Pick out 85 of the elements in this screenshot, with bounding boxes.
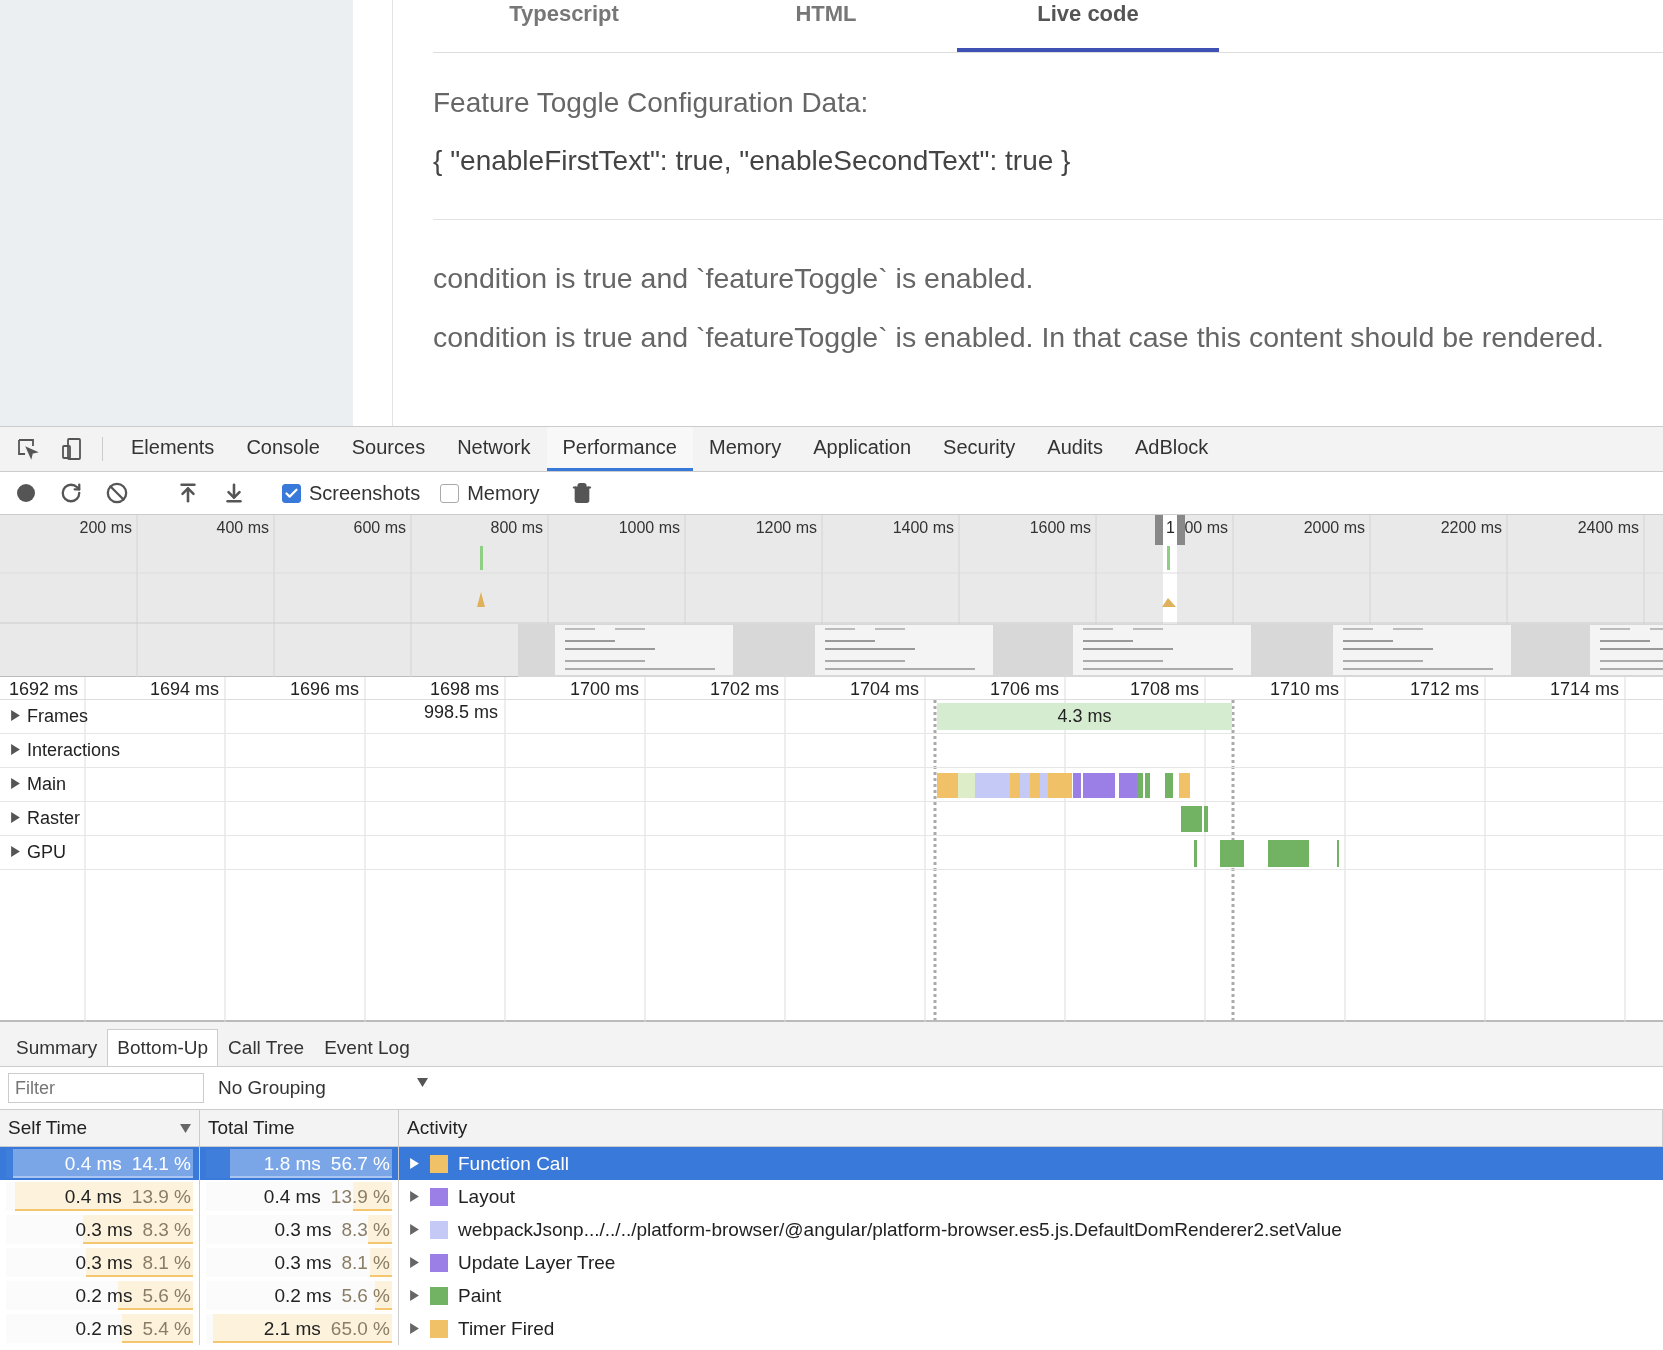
time-tick: 1700 ms (569, 679, 639, 700)
activity-bar (480, 546, 483, 570)
time-tick: 1694 ms (149, 679, 219, 700)
time-tick: 1702 ms (709, 679, 779, 700)
devtools-tab[interactable]: Sources (335, 427, 442, 471)
checkbox-label: Screenshots (309, 481, 421, 505)
track-label: GPU (27, 842, 66, 863)
track-label: Main (27, 774, 66, 795)
expand-icon[interactable] (409, 1290, 420, 1301)
expand-icon[interactable] (409, 1191, 420, 1202)
config-heading: Feature Toggle Configuration Data: (433, 87, 870, 119)
checkbox[interactable] (440, 483, 460, 503)
devtools-tab[interactable]: AdBlock (1118, 427, 1225, 471)
track-label: Raster (27, 808, 80, 829)
filter-input[interactable]: Filter (8, 1073, 204, 1103)
page-tab[interactable]: HTML (695, 0, 957, 52)
expand-icon[interactable] (409, 1257, 420, 1268)
total-time-cell: 1.8 ms 56.7 % (200, 1147, 399, 1180)
time-tick: 400 ms (216, 519, 269, 537)
page-tab[interactable]: Live code (957, 0, 1219, 52)
devtools-tab[interactable]: Performance (546, 427, 693, 471)
expand-icon[interactable] (10, 846, 21, 857)
devtools-tab[interactable]: Application (797, 427, 928, 471)
time-tick: 600 ms (353, 519, 406, 537)
expand-icon[interactable] (10, 710, 21, 721)
details-tab[interactable]: Event Log (314, 1029, 420, 1066)
time-tick: 2200 ms (1440, 519, 1502, 537)
time-tick: 1692 ms (8, 679, 78, 700)
expand-icon[interactable] (409, 1323, 420, 1334)
devtools-tab[interactable]: Console (230, 427, 336, 471)
time-tick: 2400 ms (1577, 519, 1639, 537)
time-tick: 1710 ms (1269, 679, 1339, 700)
time-tick: 1 (1166, 519, 1175, 537)
selection-handle[interactable] (1177, 515, 1185, 545)
dropdown-arrow-icon[interactable] (417, 1077, 428, 1088)
track-label: Interactions (27, 740, 121, 761)
expand-icon[interactable] (10, 812, 21, 823)
activity-cell[interactable]: Function Call (399, 1147, 1663, 1180)
cpu-spike (1162, 598, 1176, 607)
cpu-spike (477, 592, 485, 607)
selection-handle[interactable] (1155, 515, 1163, 545)
grouping-dropdown[interactable]: No Grouping (218, 1077, 428, 1099)
self-time-cell: 0.4 ms 14.1 % (0, 1147, 200, 1180)
time-tick: 1704 ms (849, 679, 919, 700)
content-text: condition is true and `featureToggle` is enabled. In that case this content should be rendered. (433, 321, 1605, 354)
frame-bar[interactable]: 4.3 ms (937, 703, 1232, 730)
time-tick: 800 ms (490, 519, 543, 537)
time-tick: 1696 ms (289, 679, 359, 700)
column-header[interactable]: Self Time (0, 1110, 200, 1147)
details-tab[interactable]: Bottom-Up (107, 1029, 219, 1066)
expand-icon[interactable] (10, 778, 21, 789)
expand-icon[interactable] (409, 1224, 420, 1235)
devtools-tab[interactable]: Elements (115, 427, 231, 471)
devtools-tab[interactable]: Memory (693, 427, 798, 471)
config-json: { "enableFirstText": true, "enableSecondText": true } (433, 145, 1663, 220)
time-tick: 1708 ms (1129, 679, 1199, 700)
page-tab[interactable]: Typescript (433, 0, 695, 52)
time-tick: 200 ms (79, 519, 132, 537)
details-tab[interactable]: Summary (6, 1029, 108, 1066)
time-tick: 1712 ms (1409, 679, 1479, 700)
frame-duration: 998.5 ms (424, 702, 499, 723)
expand-icon[interactable] (409, 1158, 420, 1169)
time-tick: 1200 ms (755, 519, 817, 537)
time-tick: 1000 ms (618, 519, 680, 537)
sort-arrow-icon[interactable] (180, 1122, 191, 1134)
column-header[interactable]: Total Time (200, 1110, 399, 1147)
track-label: Frames (27, 706, 88, 727)
time-tick: 1714 ms (1549, 679, 1619, 700)
time-tick: 1706 ms (989, 679, 1059, 700)
details-tab[interactable]: Call Tree (218, 1029, 315, 1066)
time-tick: 00 ms (1184, 519, 1228, 537)
checkbox-label: Memory (467, 481, 540, 505)
time-tick: 1698 ms (429, 679, 499, 700)
content-text: condition is true and `featureToggle` is enabled. (433, 262, 1035, 295)
time-tick: 2000 ms (1303, 519, 1365, 537)
column-header[interactable]: Activity (399, 1110, 1663, 1147)
devtools-tab[interactable]: Network (441, 427, 547, 471)
activity-bar (1167, 546, 1170, 570)
time-tick: 1400 ms (892, 519, 954, 537)
checkbox[interactable] (282, 483, 301, 503)
devtools-tab[interactable]: Security (927, 427, 1032, 471)
expand-icon[interactable] (10, 744, 21, 755)
raster-track-drawing (1181, 806, 1208, 832)
devtools-tab[interactable]: Audits (1031, 427, 1119, 471)
time-tick: 1600 ms (1029, 519, 1091, 537)
